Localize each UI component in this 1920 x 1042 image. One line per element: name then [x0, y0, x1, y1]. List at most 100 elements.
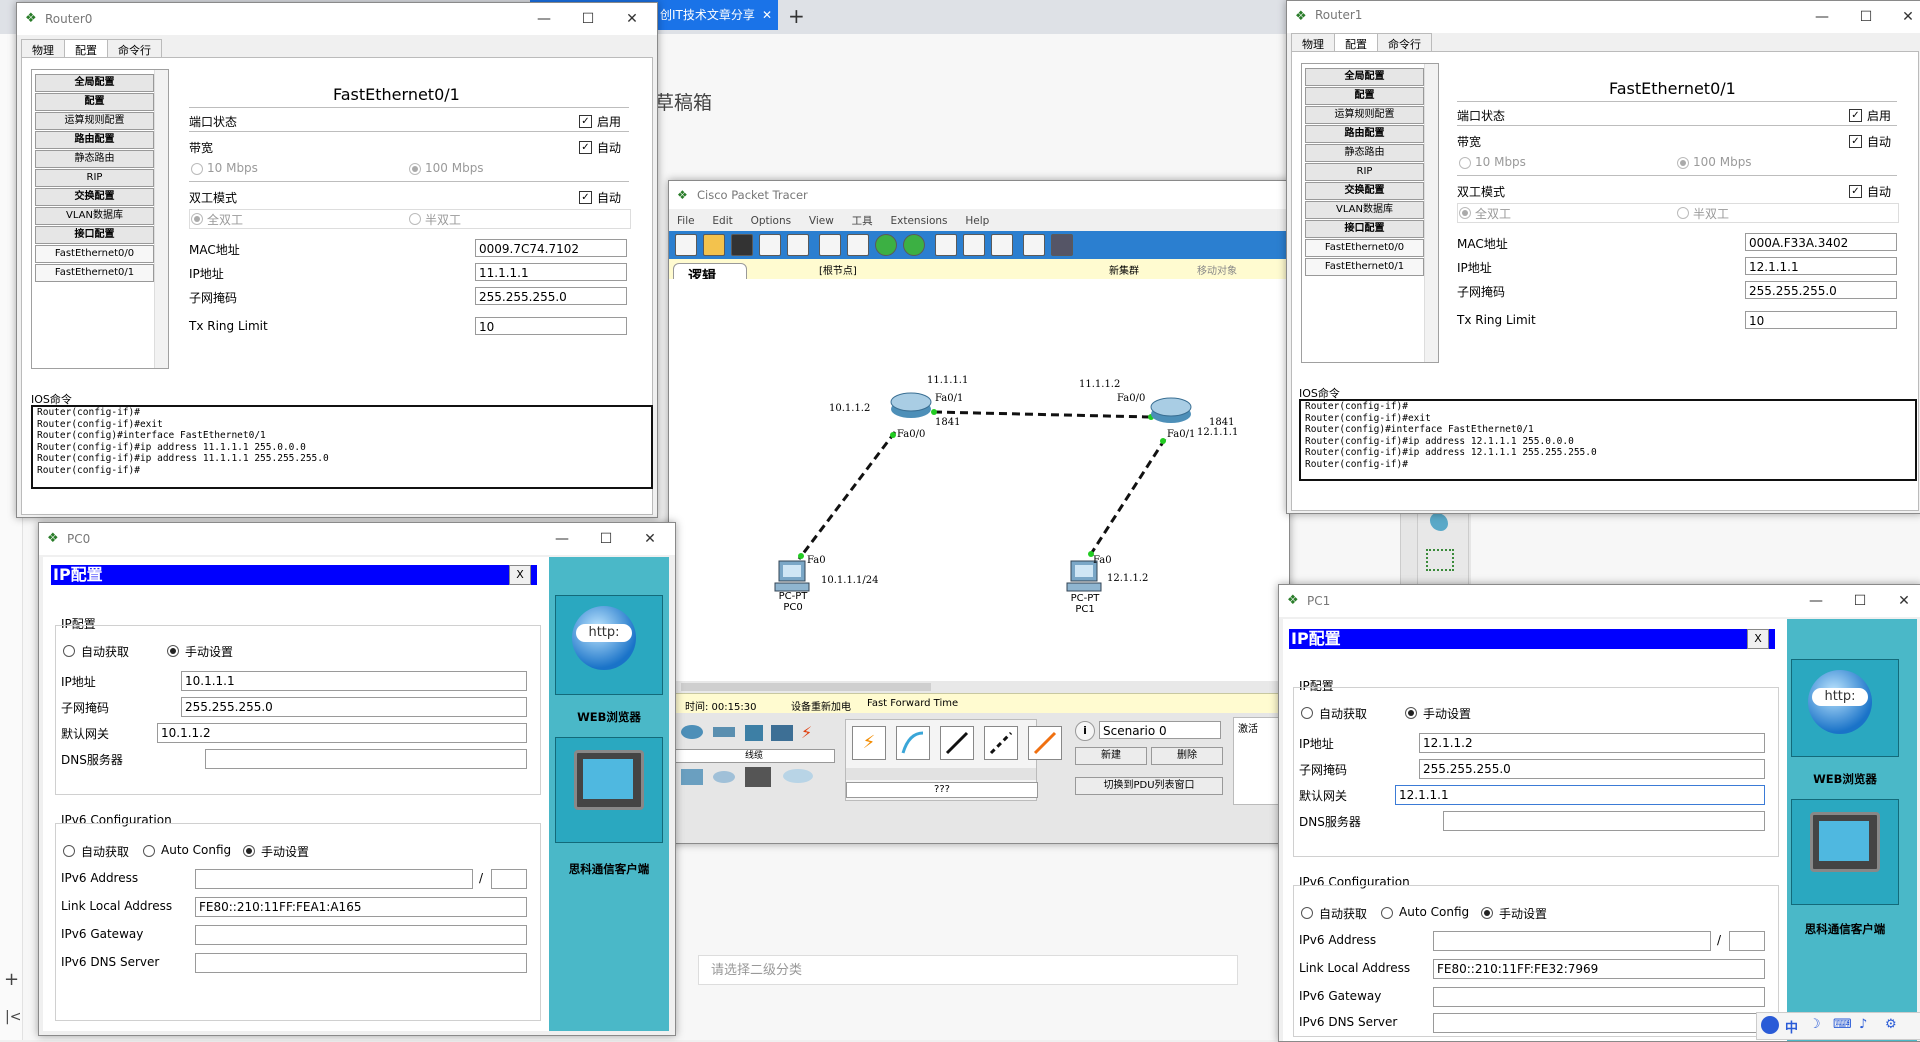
- full-duplex-radio[interactable]: [1459, 207, 1471, 219]
- nav-vlan-db[interactable]: VLAN数据库: [1305, 201, 1424, 219]
- nav-switching[interactable]: 交换配置: [35, 188, 154, 206]
- ios-console[interactable]: Router(config-if)# Router(config-if)#exi…: [31, 405, 653, 489]
- paste-icon[interactable]: [847, 234, 869, 256]
- mask-field[interactable]: 255.255.255.0: [475, 287, 627, 305]
- mask-field[interactable]: 255.255.255.0: [1419, 759, 1765, 779]
- maximize-icon[interactable]: ☐: [1845, 5, 1887, 29]
- new-tab-button[interactable]: +: [788, 4, 805, 28]
- v6-auto-radio[interactable]: [1381, 907, 1393, 919]
- static-radio[interactable]: [1405, 707, 1417, 719]
- move-object-button[interactable]: 移动对象: [1197, 262, 1237, 277]
- web-browser-tile[interactable]: http:: [1791, 659, 1899, 757]
- new-scenario-button[interactable]: 新建: [1075, 747, 1147, 765]
- minimize-icon[interactable]: —: [523, 7, 565, 31]
- tx-ring-field[interactable]: 10: [475, 317, 627, 335]
- auto-cable-icon[interactable]: ⚡: [852, 726, 886, 760]
- cisco-client-tile[interactable]: [1791, 799, 1899, 905]
- menu-edit[interactable]: Edit: [712, 215, 732, 227]
- bandwidth-auto-checkbox[interactable]: ✓: [579, 141, 592, 154]
- close-icon[interactable]: ✕: [1887, 5, 1920, 29]
- v6-static-radio[interactable]: [1481, 907, 1493, 919]
- save-icon[interactable]: [731, 234, 753, 256]
- speed-10-radio[interactable]: [1459, 157, 1471, 169]
- nav-vlan-db[interactable]: VLAN数据库: [35, 207, 154, 225]
- dns-field[interactable]: [205, 749, 527, 769]
- cisco-client-tile[interactable]: [555, 737, 663, 843]
- close-icon[interactable]: ✕: [611, 7, 653, 31]
- zoom-in-icon[interactable]: [935, 234, 957, 256]
- fiber-cable-icon[interactable]: [1028, 726, 1062, 760]
- custom-device-icon[interactable]: [1051, 234, 1073, 256]
- fast-forward-button[interactable]: Fast Forward Time: [867, 698, 958, 709]
- undo-icon[interactable]: [875, 234, 897, 256]
- connections-category-icon[interactable]: ⚡: [801, 723, 821, 742]
- nav-settings[interactable]: 配置: [1305, 87, 1424, 105]
- ip-config-close-button[interactable]: X: [1747, 629, 1769, 649]
- dhcp-radio[interactable]: [1301, 707, 1313, 719]
- v6-auto-radio[interactable]: [143, 845, 155, 857]
- ipv6-gateway-field[interactable]: [195, 925, 527, 945]
- bandwidth-auto-checkbox[interactable]: ✓: [1849, 135, 1862, 148]
- maximize-icon[interactable]: ☐: [567, 7, 609, 31]
- collapse-icon[interactable]: |<: [5, 1009, 21, 1025]
- close-icon[interactable]: ✕: [1883, 589, 1920, 613]
- static-radio[interactable]: [167, 645, 179, 657]
- nav-algorithm[interactable]: 运算规则配置: [35, 112, 154, 130]
- ip-field[interactable]: 10.1.1.1: [181, 671, 527, 691]
- v6-static-radio[interactable]: [243, 845, 255, 857]
- mac-field[interactable]: 0009.7C74.7102: [475, 239, 627, 257]
- nav-interface[interactable]: 接口配置: [1305, 220, 1424, 238]
- minimize-icon[interactable]: —: [541, 527, 583, 551]
- nav-settings[interactable]: 配置: [35, 93, 154, 111]
- maximize-icon[interactable]: ☐: [1839, 589, 1881, 613]
- nav-fa00[interactable]: FastEthernet0/0: [1305, 239, 1424, 257]
- close-icon[interactable]: ✕: [629, 527, 671, 551]
- tab-close-icon[interactable]: ✕: [762, 0, 772, 30]
- link-local-field[interactable]: FE80::210:11FF:FEA1:A165: [195, 897, 527, 917]
- wan-emulation-icon[interactable]: [713, 771, 735, 783]
- minimize-icon[interactable]: —: [1801, 5, 1843, 29]
- mask-field[interactable]: 255.255.255.0: [1745, 281, 1897, 299]
- nav-algorithm[interactable]: 运算规则配置: [1305, 106, 1424, 124]
- nav-global-config[interactable]: 全局配置: [1305, 68, 1424, 86]
- menu-file[interactable]: File: [677, 215, 695, 227]
- multiuser-icon[interactable]: [783, 769, 813, 783]
- link-local-field[interactable]: FE80::210:11FF:FE32:7969: [1433, 959, 1765, 979]
- menu-view[interactable]: View: [809, 215, 834, 227]
- ipv6-dns-field[interactable]: [1433, 1013, 1765, 1033]
- cable-hscroll[interactable]: [846, 768, 1036, 780]
- menu-help[interactable]: Help: [965, 215, 989, 227]
- ipv6-prefix-field[interactable]: [491, 869, 527, 889]
- ipv6-address-field[interactable]: [1433, 931, 1711, 951]
- duplex-auto-checkbox[interactable]: ✓: [579, 191, 592, 204]
- ime-settings-icon[interactable]: ⚙: [1885, 1017, 1897, 1032]
- info-icon[interactable]: i: [1075, 721, 1095, 741]
- menu-options[interactable]: Options: [751, 215, 792, 227]
- ipv6-address-field[interactable]: [195, 869, 473, 889]
- half-duplex-radio[interactable]: [1677, 207, 1689, 219]
- gateway-field[interactable]: 12.1.1.1: [1395, 785, 1765, 805]
- duplex-auto-checkbox[interactable]: ✓: [1849, 185, 1862, 198]
- router0-icon[interactable]: [889, 391, 933, 419]
- switch-category-icon[interactable]: [713, 727, 735, 737]
- nav-fa01[interactable]: FastEthernet0/1: [1305, 258, 1424, 276]
- nav-scrollbar[interactable]: [154, 70, 168, 368]
- end-devices-icon[interactable]: [681, 769, 703, 785]
- nav-rip[interactable]: RIP: [35, 169, 154, 187]
- nav-global-config[interactable]: 全局配置: [35, 74, 154, 92]
- speed-100-radio[interactable]: [409, 163, 421, 175]
- dns-field[interactable]: [1443, 811, 1765, 831]
- ime-mode-icon[interactable]: 中: [1785, 1017, 1798, 1036]
- copy-icon[interactable]: [819, 234, 841, 256]
- palette-icon[interactable]: [1023, 234, 1045, 256]
- ipv6-gateway-field[interactable]: [1433, 987, 1765, 1007]
- half-duplex-radio[interactable]: [409, 213, 421, 225]
- ipv6-prefix-field[interactable]: [1729, 931, 1765, 951]
- console-cable-icon[interactable]: [896, 726, 930, 760]
- menu-extensions[interactable]: Extensions: [891, 215, 948, 227]
- zoom-reset-icon[interactable]: [963, 234, 985, 256]
- nav-scrollbar[interactable]: [1424, 64, 1438, 362]
- nav-switching[interactable]: 交换配置: [1305, 182, 1424, 200]
- wireless-category-icon[interactable]: [771, 725, 793, 741]
- nav-rip[interactable]: RIP: [1305, 163, 1424, 181]
